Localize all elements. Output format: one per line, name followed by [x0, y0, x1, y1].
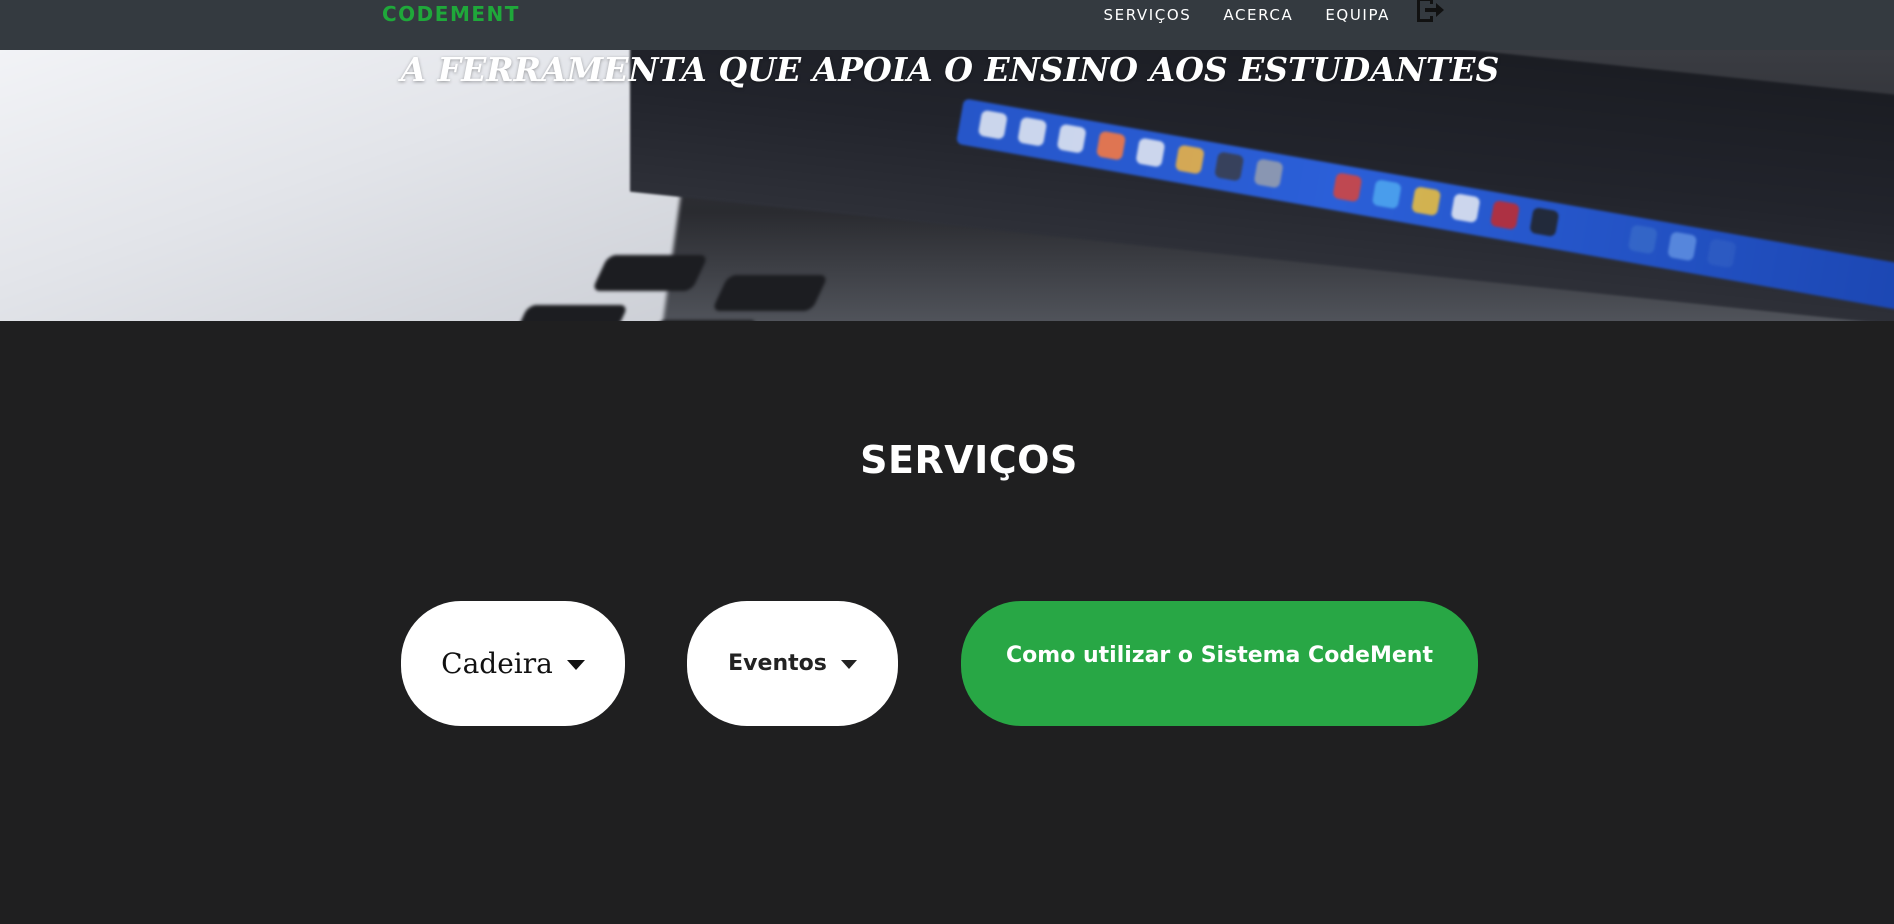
- caret-down-icon: [566, 659, 585, 670]
- eventos-dropdown-label: Eventos: [728, 651, 827, 676]
- cadeira-dropdown-button[interactable]: Cadeira: [401, 601, 625, 726]
- brand-logo[interactable]: CODEMENT: [382, 2, 520, 26]
- services-title: SERVIÇOS: [860, 438, 1078, 482]
- caret-down-icon: [840, 660, 857, 669]
- hero-title: A FERRAMENTA QUE APOIA O ENSINO AOS ESTU…: [400, 50, 1500, 89]
- hero-banner: A FERRAMENTA QUE APOIA O ENSINO AOS ESTU…: [0, 50, 1894, 321]
- cadeira-dropdown-label: Cadeira: [441, 647, 553, 680]
- nav-link-servicos[interactable]: SERVIÇOS: [1104, 6, 1192, 24]
- how-to-use-label: Como utilizar o Sistema CodeMent: [1006, 643, 1433, 668]
- logout-icon[interactable]: [1414, 0, 1446, 25]
- eventos-dropdown-button[interactable]: Eventos: [687, 601, 898, 726]
- nav-link-equipa[interactable]: EQUIPA: [1325, 6, 1390, 24]
- nav-link-acerca[interactable]: ACERCA: [1223, 6, 1293, 24]
- hero-background-keyboard: [511, 245, 1220, 321]
- nav-links: SERVIÇOS ACERCA EQUIPA: [1072, 0, 1447, 25]
- how-to-use-button[interactable]: Como utilizar o Sistema CodeMent: [961, 601, 1478, 726]
- navbar: CODEMENT SERVIÇOS ACERCA EQUIPA: [0, 0, 1894, 50]
